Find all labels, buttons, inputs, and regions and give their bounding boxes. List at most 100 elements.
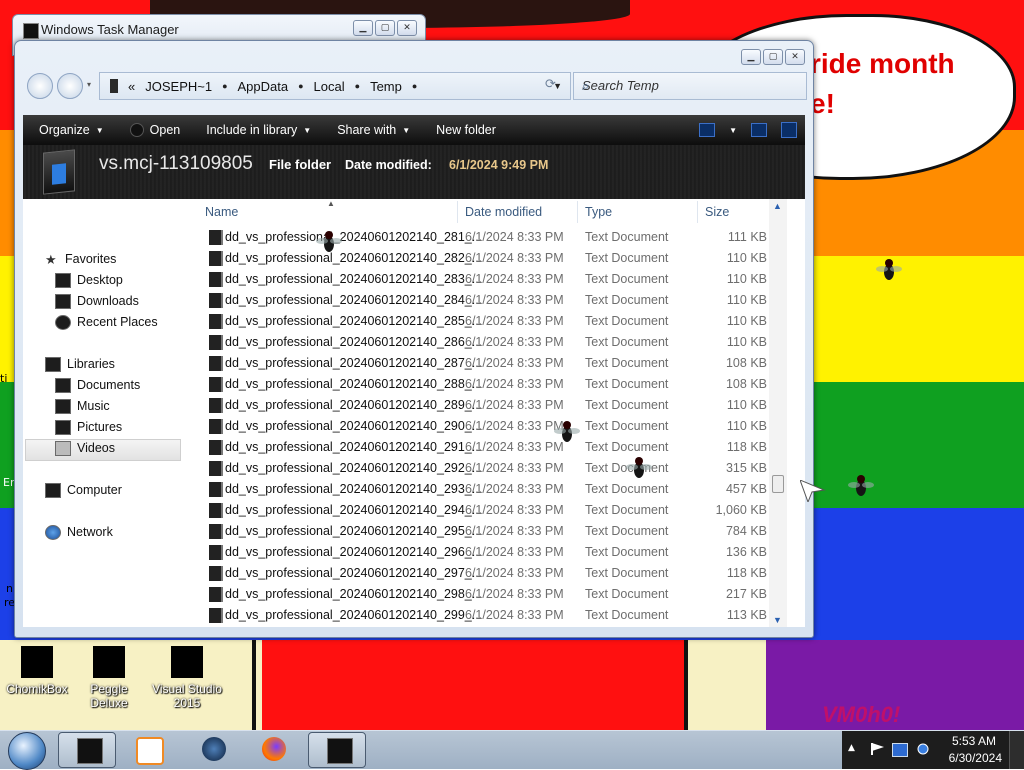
nav-item-music[interactable]: Music <box>55 396 110 416</box>
recent-pages-chevron-icon[interactable]: ▾ <box>87 80 91 89</box>
table-row[interactable]: dd_vs_professional_20240601202140_298_..… <box>199 584 787 605</box>
file-date-modified: 6/1/2024 8:33 PM <box>465 587 564 601</box>
new-folder-button[interactable]: New folder <box>420 123 506 137</box>
nav-label: Desktop <box>77 273 123 287</box>
taskbar-button-firefox[interactable] <box>244 732 300 766</box>
chomikbox-icon <box>21 646 53 678</box>
taskbar-button-task-manager[interactable] <box>308 732 366 768</box>
file-type: Text Document <box>585 608 669 622</box>
table-row[interactable]: dd_vs_professional_20240601202140_294_..… <box>199 500 787 521</box>
close-button[interactable]: ✕ <box>785 49 805 65</box>
file-name: dd_vs_professional_20240601202140_299_..… <box>225 608 483 622</box>
breadcrumb-joseph[interactable]: JOSEPH~1 <box>135 79 222 94</box>
table-row[interactable]: dd_vs_professional_20240601202140_287_..… <box>199 353 787 374</box>
table-row[interactable]: dd_vs_professional_20240601202140_297_..… <box>199 563 787 584</box>
include-in-library-button[interactable]: Include in library ▼ <box>190 123 321 137</box>
table-row[interactable]: dd_vs_professional_20240601202140_296_..… <box>199 542 787 563</box>
file-size: 110 KB <box>726 293 767 307</box>
nav-item-favorites[interactable]: ★ Favorites <box>45 249 116 269</box>
table-row[interactable]: dd_vs_professional_20240601202140_286_..… <box>199 332 787 353</box>
file-type: Text Document <box>585 524 669 538</box>
taskbar-button-explorer[interactable] <box>58 732 116 768</box>
minimize-button[interactable]: ▁ <box>353 20 373 36</box>
address-bar[interactable]: « JOSEPH~1 ● AppData ● Local ● Temp ● ▼ <box>99 72 571 100</box>
desktop-icon-peggle-deluxe[interactable]: Peggle Deluxe <box>72 640 146 710</box>
desktop-icon-visual-studio[interactable]: Visual Studio 2015 <box>150 640 224 710</box>
text-document-icon <box>209 440 223 455</box>
maximize-button[interactable]: ▢ <box>763 49 783 65</box>
flag-icon[interactable] <box>870 743 884 755</box>
scroll-down-icon[interactable]: ▼ <box>773 615 782 625</box>
forward-button[interactable] <box>57 73 83 99</box>
close-button[interactable]: ✕ <box>397 20 417 36</box>
help-icon[interactable] <box>781 122 797 138</box>
column-divider[interactable] <box>697 201 698 223</box>
table-row[interactable]: dd_vs_professional_20240601202140_293_..… <box>199 479 787 500</box>
file-name: dd_vs_professional_20240601202140_292_..… <box>225 461 483 475</box>
minimize-button[interactable]: ▁ <box>741 49 761 65</box>
clock-time[interactable]: 5:53 AM <box>952 734 996 748</box>
start-button[interactable] <box>8 732 46 770</box>
table-row[interactable]: dd_vs_professional_20240601202140_282_..… <box>199 248 787 269</box>
breadcrumb-local[interactable]: Local <box>304 79 355 94</box>
back-button[interactable] <box>27 73 53 99</box>
network-status-icon[interactable] <box>892 743 908 757</box>
file-name: dd_vs_professional_20240601202140_294_..… <box>225 503 483 517</box>
clock-date[interactable]: 6/30/2024 <box>949 751 1002 765</box>
table-row[interactable]: dd_vs_professional_20240601202140_289_..… <box>199 395 787 416</box>
show-hidden-icons-icon[interactable]: ▲ <box>848 743 855 753</box>
column-header-label: Size <box>705 205 730 219</box>
table-row[interactable]: dd_vs_professional_20240601202140_291_..… <box>199 437 787 458</box>
table-row[interactable]: dd_vs_professional_20240601202140_281_..… <box>199 227 787 248</box>
text-document-icon <box>209 524 223 539</box>
column-header-name[interactable]: Name ▲ <box>199 199 457 223</box>
table-row[interactable]: dd_vs_professional_20240601202140_295_..… <box>199 521 787 542</box>
vertical-scrollbar[interactable]: ▲ ▼ <box>769 199 787 627</box>
nav-item-videos[interactable]: Videos <box>55 438 115 458</box>
table-row[interactable]: dd_vs_professional_20240601202140_283_..… <box>199 269 787 290</box>
refresh-icon[interactable]: ⟳ <box>545 77 556 92</box>
nav-item-pictures[interactable]: Pictures <box>55 417 122 437</box>
maximize-button[interactable]: ▢ <box>375 20 395 36</box>
open-button[interactable]: Open <box>114 123 191 137</box>
table-row[interactable]: dd_vs_professional_20240601202140_285_..… <box>199 311 787 332</box>
nav-item-downloads[interactable]: Downloads <box>55 291 139 311</box>
scroll-up-icon[interactable]: ▲ <box>773 201 782 211</box>
share-with-button[interactable]: Share with ▼ <box>321 123 420 137</box>
table-row[interactable]: dd_vs_professional_20240601202140_292_..… <box>199 458 787 479</box>
table-row[interactable]: dd_vs_professional_20240601202140_288_..… <box>199 374 787 395</box>
breadcrumb-appdata[interactable]: AppData <box>228 79 299 94</box>
column-header-date-modified[interactable]: Date modified <box>459 201 579 223</box>
table-row[interactable]: dd_vs_professional_20240601202140_284_..… <box>199 290 787 311</box>
column-divider[interactable] <box>577 201 578 223</box>
taskbar-button-globe[interactable] <box>184 732 240 766</box>
nav-item-documents[interactable]: Documents <box>55 375 140 395</box>
search-input[interactable]: Search Temp ⌕ <box>573 72 807 100</box>
preview-pane-icon[interactable] <box>751 123 767 137</box>
breadcrumb-temp[interactable]: Temp <box>360 79 412 94</box>
nav-label: Pictures <box>77 420 123 434</box>
table-row[interactable]: dd_vs_professional_20240601202140_290_..… <box>199 416 787 437</box>
volume-icon[interactable] <box>916 743 930 755</box>
nav-item-libraries[interactable]: Libraries <box>45 354 115 374</box>
column-header-type[interactable]: Type <box>579 201 699 223</box>
address-overflow[interactable]: « <box>128 79 135 94</box>
search-icon[interactable]: ⌕ <box>582 78 800 94</box>
change-view-icon[interactable] <box>699 123 716 137</box>
show-desktop-button[interactable] <box>1009 731 1024 769</box>
desktop-icon-chomikbox[interactable]: ChomikBox <box>0 640 74 696</box>
table-row[interactable]: dd_vs_professional_20240601202140_299_..… <box>199 605 787 626</box>
nav-item-network[interactable]: Network <box>45 522 113 542</box>
organize-button[interactable]: Organize ▼ <box>23 123 114 137</box>
column-divider[interactable] <box>457 201 458 223</box>
nav-item-desktop[interactable]: Desktop <box>55 270 123 290</box>
breadcrumb-separator-icon[interactable]: ● <box>412 81 417 91</box>
scroll-thumb[interactable] <box>772 475 784 493</box>
explorer-window[interactable]: ▁ ▢ ✕ ▾ « JOSEPH~1 ● AppData ● Local ● T… <box>14 40 814 638</box>
taskbar-button-media-player[interactable] <box>118 732 174 766</box>
chevron-down-icon[interactable]: ▼ <box>729 126 737 135</box>
column-header-size[interactable]: Size <box>699 201 779 223</box>
nav-item-recent-places[interactable]: Recent Places <box>55 312 158 332</box>
desktop-icon-label: Visual Studio 2015 <box>152 682 222 710</box>
nav-item-computer[interactable]: Computer <box>45 480 122 500</box>
